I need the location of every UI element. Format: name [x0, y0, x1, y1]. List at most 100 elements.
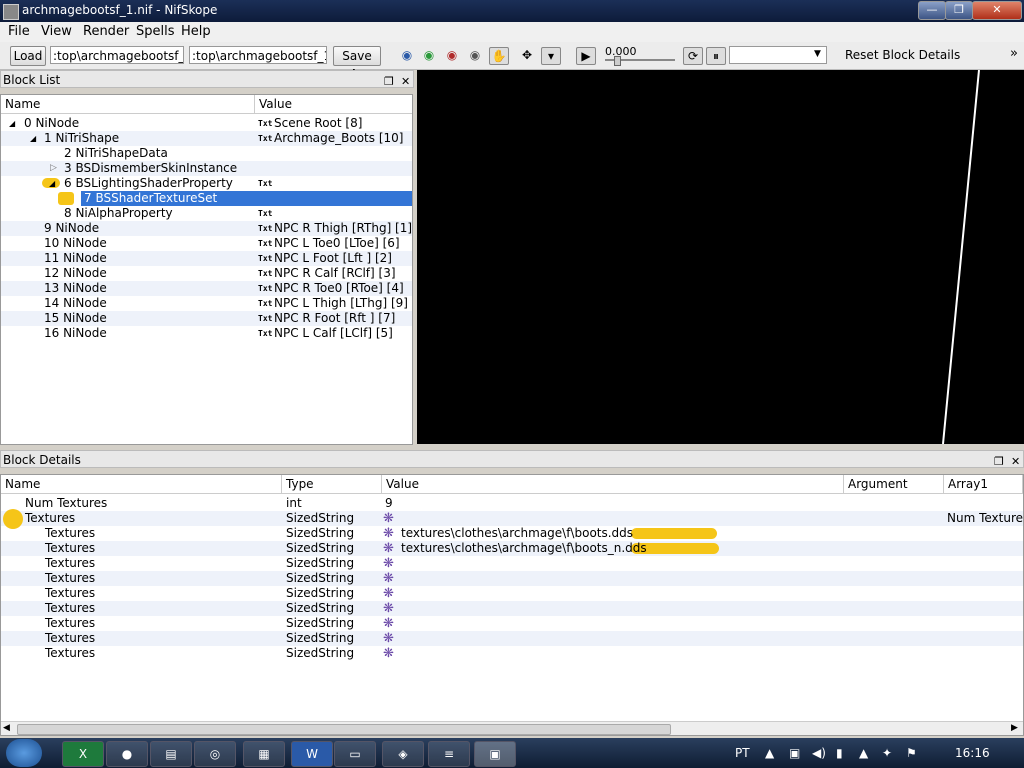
tray-expand-icon[interactable]: ▲ [765, 746, 774, 760]
expand-arrow-icon[interactable]: ◢ [49, 176, 55, 191]
column-header-array1[interactable]: Array1 [944, 475, 1023, 494]
undock-icon[interactable]: ❐ [384, 73, 394, 91]
panel-close-icon[interactable]: ✕ [1011, 453, 1020, 471]
tree-row[interactable]: 2 NiTriShapeData [1, 146, 412, 161]
clock[interactable]: 16:16 [955, 746, 990, 760]
details-row[interactable]: Num Textures int 9 [1, 496, 1023, 511]
string-gear-icon[interactable]: ❋ [383, 646, 394, 661]
files-icon[interactable]: ▤ [150, 741, 192, 767]
eye-blue-icon[interactable]: ◉ [398, 47, 416, 63]
details-row[interactable]: Textures SizedString ❋ [1, 571, 1023, 586]
loop-icon[interactable]: ⟳ [683, 47, 703, 65]
column-header-name[interactable]: Name [1, 475, 282, 494]
load-button[interactable]: Load [10, 46, 46, 66]
scroll-left-icon[interactable]: ◀ [3, 723, 10, 733]
tree-row[interactable]: ◢ 0 NiNode Txt Scene Root [8] [1, 116, 412, 131]
string-gear-icon[interactable]: ❋ [383, 571, 394, 586]
play-icon[interactable]: ▶ [576, 47, 596, 65]
explorer-icon[interactable]: ▭ [334, 741, 376, 767]
network-icon[interactable]: ▮ [836, 746, 843, 760]
select-tool-icon[interactable]: ✋ [489, 47, 509, 65]
eye-green-icon[interactable]: ◉ [420, 47, 438, 63]
expand-arrow-icon[interactable]: ▷ [50, 161, 57, 176]
close-button[interactable]: ✕ [972, 1, 1022, 20]
scroll-right-icon[interactable]: ▶ [1011, 723, 1018, 733]
app-icon[interactable]: ◈ [382, 741, 424, 767]
string-gear-icon[interactable]: ❋ [383, 511, 394, 526]
move-tool-icon[interactable]: ✥ [518, 47, 536, 63]
string-gear-icon[interactable]: ❋ [383, 541, 394, 556]
animation-slider-handle[interactable] [614, 56, 621, 66]
string-gear-icon[interactable]: ❋ [383, 586, 394, 601]
tree-row[interactable]: 14 NiNode Txt NPC L Thigh [LThg] [9] [1, 296, 412, 311]
block-details-table[interactable]: Name Type Value Argument Array1 Num Text… [0, 474, 1024, 736]
string-gear-icon[interactable]: ❋ [383, 631, 394, 646]
row-value[interactable]: 9 [385, 496, 393, 511]
string-gear-icon[interactable]: ❋ [383, 526, 394, 541]
maximize-button[interactable]: ❐ [945, 1, 973, 20]
row-value[interactable]: textures\clothes\archmage\f\boots_n.dds [401, 541, 647, 556]
dropdown-arrow-icon[interactable]: ▾ [541, 47, 561, 65]
scrollbar-thumb[interactable] [17, 724, 671, 735]
menu-spells[interactable]: Spells [136, 24, 175, 39]
eye-red-icon[interactable]: ◉ [443, 47, 461, 63]
column-header-type[interactable]: Type [282, 475, 382, 494]
details-row[interactable]: Textures SizedString ❋ [1, 616, 1023, 631]
expand-arrow-icon[interactable]: ◢ [30, 131, 36, 146]
menu-help[interactable]: Help [181, 24, 211, 39]
drive-icon[interactable]: ▲ [859, 746, 868, 760]
firefox-icon[interactable]: ● [106, 741, 148, 767]
panel-close-icon[interactable]: ✕ [401, 73, 410, 91]
word-icon[interactable]: W [291, 741, 333, 767]
tree-row[interactable]: 9 NiNode Txt NPC R Thigh [RThg] [1] [1, 221, 412, 236]
animation-select[interactable] [729, 46, 827, 64]
volume-icon[interactable]: ◀) [812, 746, 826, 760]
notepad-icon[interactable]: ≡ [428, 741, 470, 767]
column-header-argument[interactable]: Argument [844, 475, 944, 494]
reset-block-details-button[interactable]: Reset Block Details [845, 48, 960, 62]
undock-icon[interactable]: ❐ [994, 453, 1004, 471]
details-row[interactable]: Textures SizedString ❋ [1, 586, 1023, 601]
tree-row[interactable]: ◢ 6 BSLightingShaderProperty Txt [1, 176, 412, 191]
details-row[interactable]: Textures SizedString ❋ [1, 646, 1023, 661]
menu-file[interactable]: File [8, 24, 30, 39]
tree-row[interactable]: ▷ 3 BSDismemberSkinInstance [1, 161, 412, 176]
tray-app-icon[interactable]: ▣ [789, 746, 800, 760]
details-row[interactable]: Textures SizedString ❋ textures\clothes\… [1, 541, 1023, 556]
string-gear-icon[interactable]: ❋ [383, 616, 394, 631]
calculator-icon[interactable]: ▦ [243, 741, 285, 767]
row-value[interactable]: textures\clothes\archmage\f\boots.dds [401, 526, 633, 541]
string-gear-icon[interactable]: ❋ [383, 601, 394, 616]
string-gear-icon[interactable]: ❋ [383, 556, 394, 571]
tree-row[interactable]: 15 NiNode Txt NPC R Foot [Rft ] [7] [1, 311, 412, 326]
tree-row[interactable]: 12 NiNode Txt NPC R Calf [RClf] [3] [1, 266, 412, 281]
chrome-icon[interactable]: ◎ [194, 741, 236, 767]
tree-row[interactable]: 16 NiNode Txt NPC L Calf [LClf] [5] [1, 326, 412, 341]
block-list-tree[interactable]: Name Value ◢ 0 NiNode Txt Scene Root [8]… [0, 94, 413, 445]
eye-gray-icon[interactable]: ◉ [466, 47, 484, 63]
details-row[interactable]: Textures SizedString ❋ [1, 556, 1023, 571]
load-path-input[interactable]: :top\archmagebootsf_1.nif [50, 46, 184, 64]
tree-row[interactable]: 13 NiNode Txt NPC R Toe0 [RToe] [4] [1, 281, 412, 296]
switch-icon[interactable]: ⏸ [706, 47, 726, 65]
toolbar-overflow-icon[interactable]: » [1010, 46, 1018, 61]
details-row[interactable]: Textures SizedString ❋ [1, 631, 1023, 646]
expand-arrow-icon[interactable]: ◢ [9, 116, 15, 131]
tree-row[interactable]: ◢ 1 NiTriShape Txt Archmage_Boots [10] [1, 131, 412, 146]
excel-icon[interactable]: X [62, 741, 104, 767]
column-header-name[interactable]: Name [1, 95, 255, 114]
menu-view[interactable]: View [41, 24, 72, 39]
language-indicator[interactable]: PT [735, 746, 750, 760]
flag-icon[interactable]: ⚑ [906, 746, 917, 760]
render-viewport[interactable] [417, 70, 1024, 444]
details-row[interactable]: Textures SizedString ❋ [1, 601, 1023, 616]
minimize-button[interactable]: — [918, 1, 946, 20]
details-row[interactable]: Textures SizedString ❋ Num Textures [1, 509, 1023, 529]
tree-row[interactable]: 8 NiAlphaProperty Txt [1, 206, 412, 221]
tree-row[interactable]: 11 NiNode Txt NPC L Foot [Lft ] [2] [1, 251, 412, 266]
save-path-input[interactable]: :top\archmagebootsf_1.nif [189, 46, 327, 64]
nifskope-icon[interactable]: ▣ [474, 741, 516, 767]
column-header-value[interactable]: Value [255, 95, 412, 114]
save-as-button[interactable]: Save As [333, 46, 381, 81]
column-header-value[interactable]: Value [382, 475, 844, 494]
